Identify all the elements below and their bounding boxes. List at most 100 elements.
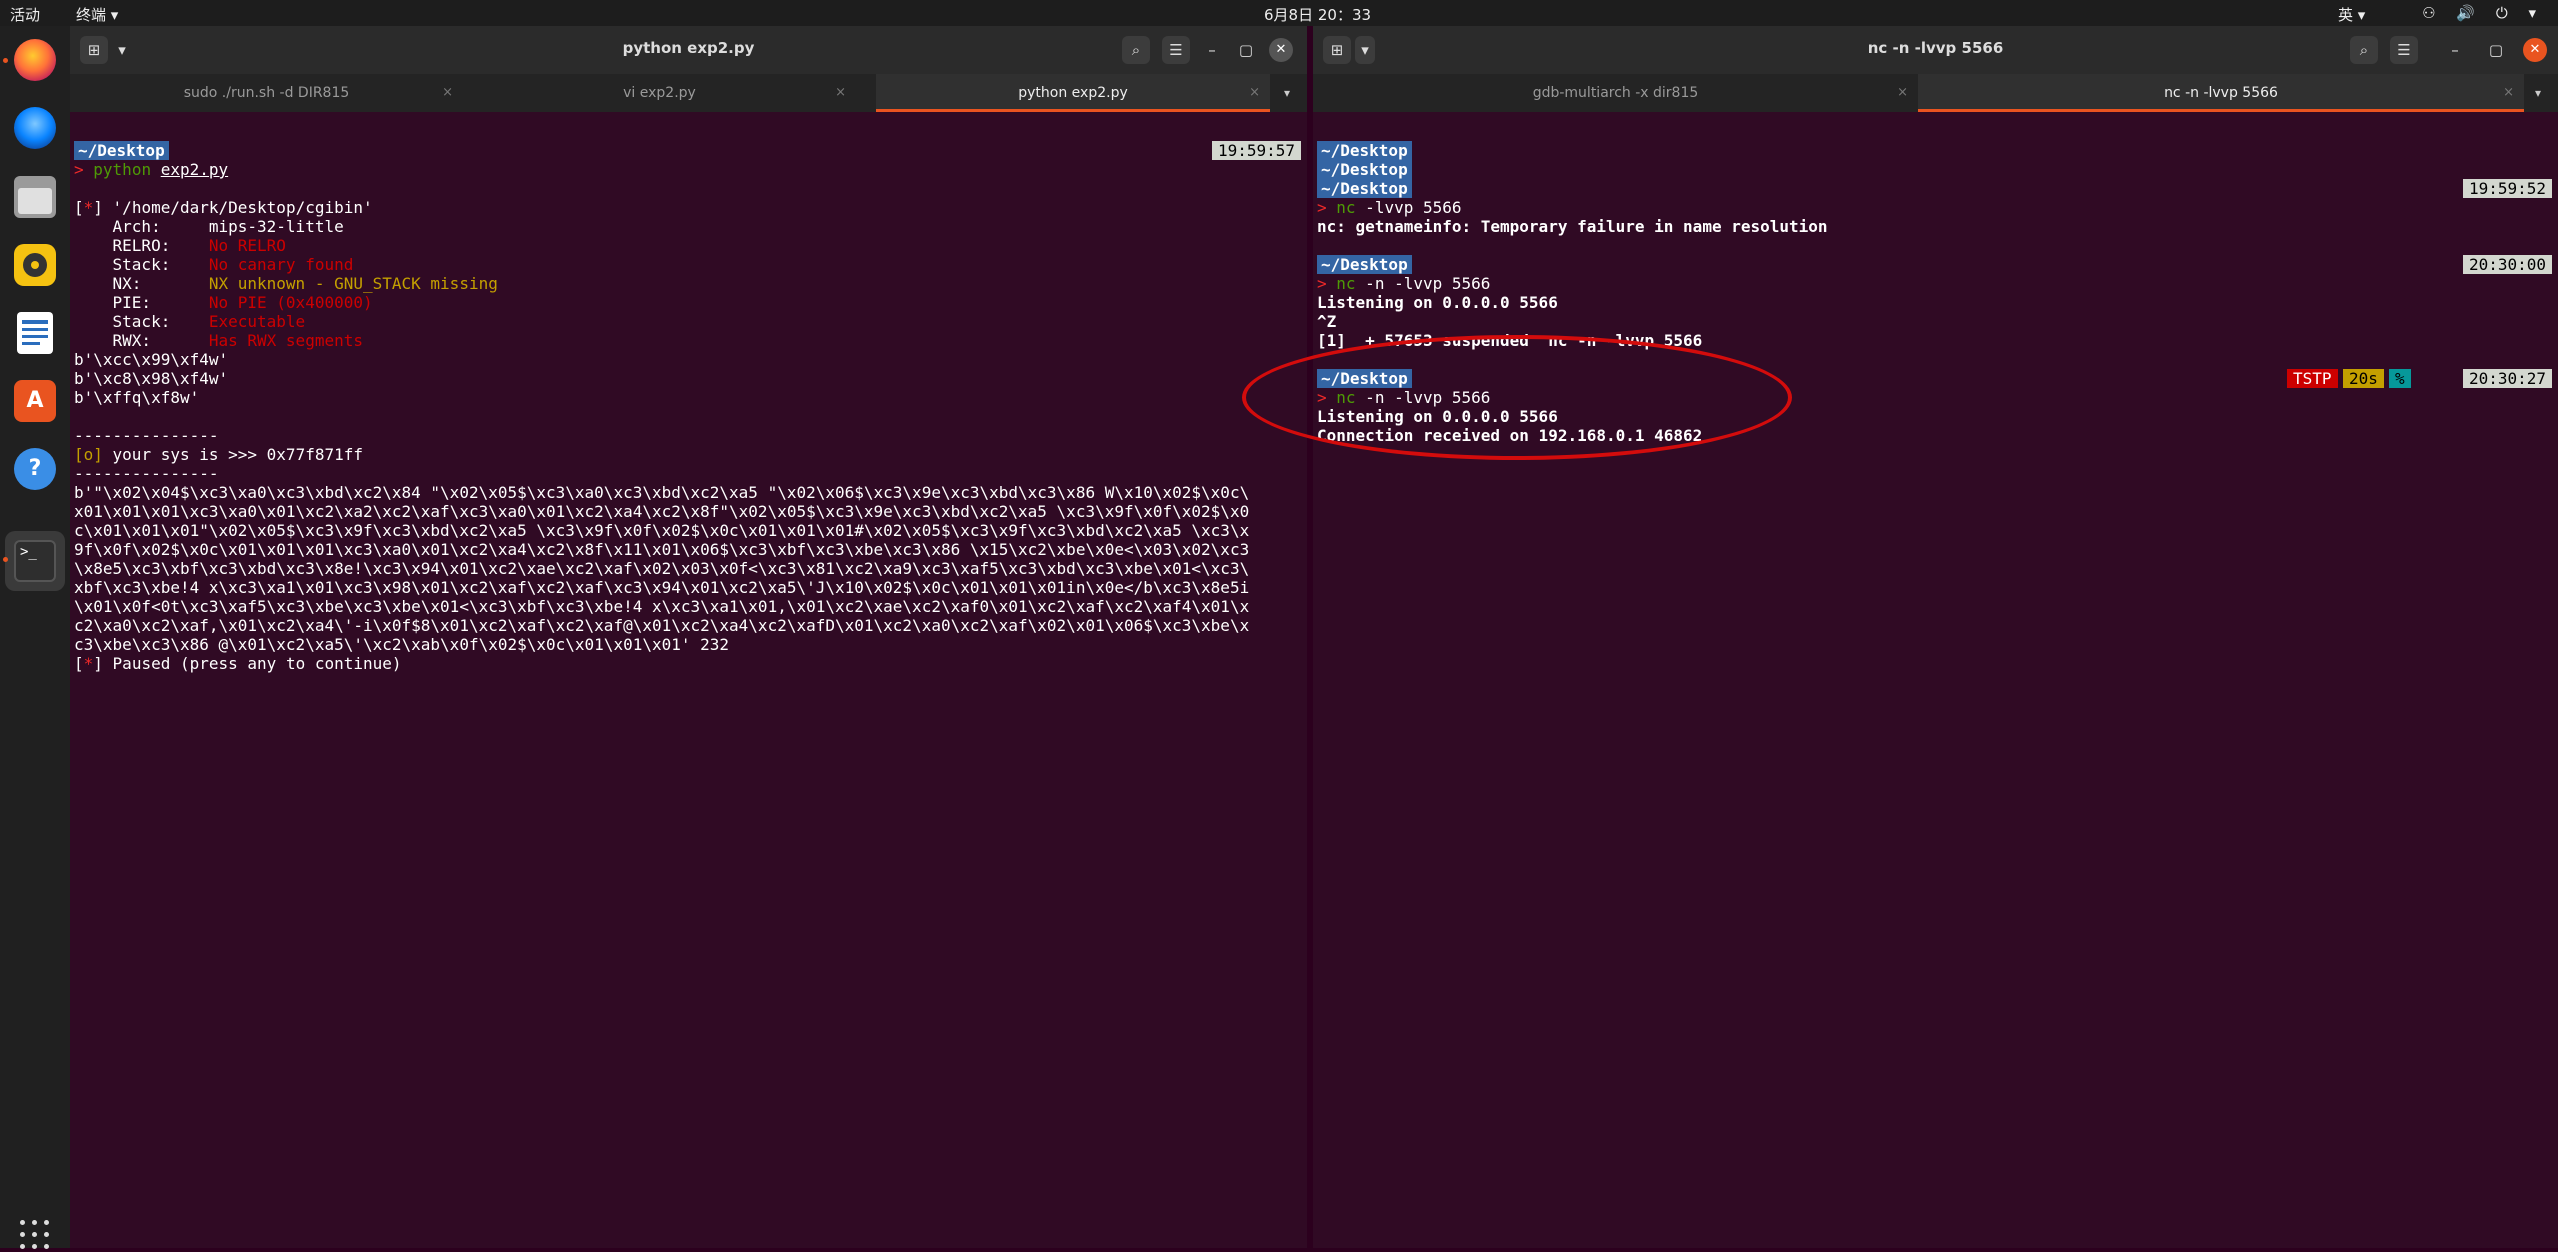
tab-bar: gdb-multiarch -x dir815 × nc -n -lvvp 55… (1313, 74, 2558, 112)
running-indicator (3, 557, 8, 562)
minimize-button[interactable]: – (2443, 38, 2467, 62)
top-bar: 活动 终端 ▾ 6月8日 20：33 英 ▾ ⚇ 🔊 ⏻ ▾ (0, 0, 2558, 26)
tab-label: vi exp2.py (623, 85, 696, 101)
tab-label: python exp2.py (1018, 85, 1128, 101)
output-line: b'\xc8\x98\xf4w' (74, 369, 229, 388)
tab-nc-listener[interactable]: nc -n -lvvp 5566 × (1918, 74, 2524, 112)
command-args: -lvvp 5566 (1355, 198, 1462, 217)
terminal-window-right: ⊞ ▾ nc -n -lvvp 5566 ⌕ ☰ – ▢ ✕ gdb-multi… (1313, 26, 2558, 1248)
prompt-dir: ~/Desktop (1317, 255, 1412, 274)
nx-value: NX unknown - GNU_STACK missing (208, 274, 498, 293)
separator-line: --------------- (74, 426, 219, 445)
prompt-symbol: > (1317, 274, 1327, 293)
tab-label: nc -n -lvvp 5566 (2164, 85, 2278, 101)
stack2-value: Executable (208, 312, 306, 331)
info-star: * (83, 198, 94, 217)
dock: A ? >_ (0, 26, 70, 1249)
minimize-button[interactable]: – (1200, 38, 1224, 62)
payload-line: \x8e5\xc3\xbf\xc3\xbd\xc3\x8e!\xc3\x94\x… (74, 559, 1250, 578)
hamburger-menu-button[interactable]: ☰ (2390, 36, 2418, 64)
command: nc (1336, 198, 1356, 217)
bracket: [ (74, 198, 84, 217)
tab-close-icon[interactable]: × (1249, 74, 1260, 112)
payload-line: c3\xbe\xc3\x86 @\x01\xc2\xa5\'\xc2\xab\x… (74, 635, 730, 654)
prompt-dir: ~/Desktop (1317, 179, 1412, 198)
tab-python-exp2[interactable]: python exp2.py × (876, 74, 1270, 112)
maximize-button[interactable]: ▢ (2484, 38, 2508, 62)
firefox-icon[interactable] (14, 39, 56, 81)
tab-bar: sudo ./run.sh -d DIR815 × vi exp2.py × p… (70, 74, 1307, 112)
arch-value: mips-32-little (208, 217, 344, 236)
app-menu-terminal[interactable]: 终端 ▾ (76, 4, 118, 25)
tab-run-sh[interactable]: sudo ./run.sh -d DIR815 × (70, 74, 463, 112)
payload-line: c\x01\x01\x01"\x02\x05$\xc3\x9f\xc3\xbd\… (74, 521, 1250, 540)
error-line: nc: getnameinfo: Temporary failure in na… (1317, 217, 1828, 236)
tab-close-icon[interactable]: × (1897, 74, 1908, 112)
hamburger-menu-button[interactable]: ☰ (1162, 36, 1190, 64)
timestamp: 19:59:57 (1211, 141, 1301, 160)
thunderbird-icon[interactable] (14, 107, 56, 149)
libreoffice-writer-icon[interactable] (17, 312, 53, 354)
command: python (93, 160, 152, 179)
tab-close-icon[interactable]: × (835, 74, 846, 112)
maximize-button[interactable]: ▢ (1234, 38, 1258, 62)
clock[interactable]: 6月8日 20：33 (1264, 4, 1371, 25)
status-badge-tstp: TSTP (2287, 369, 2338, 388)
tab-gdb-multiarch[interactable]: gdb-multiarch -x dir815 × (1313, 74, 1918, 112)
command-args: -n -lvvp 5566 (1355, 274, 1491, 293)
nx-label: NX: (74, 274, 209, 293)
prompt-dir: ~/Desktop (1317, 160, 1412, 179)
output-line: b'\xffq\xf8w' (74, 388, 200, 407)
help-icon[interactable]: ? (14, 448, 56, 490)
stack2-label: Stack: (74, 312, 209, 331)
app-center-icon[interactable]: A (14, 380, 56, 422)
rwx-label: RWX: (74, 331, 209, 350)
paused-text: ] Paused (press any to continue) (93, 654, 402, 673)
info-star: * (83, 654, 94, 673)
sys-tag: [o] (74, 445, 103, 464)
terminal-icon[interactable]: >_ (14, 540, 56, 582)
search-button[interactable]: ⌕ (1122, 36, 1150, 64)
terminal-output[interactable]: ~/Desktop 19:59:57 > python exp2.py [*] … (70, 112, 1307, 1248)
tab-close-icon[interactable]: × (442, 74, 453, 112)
output-line: b'\xcc\x99\xf4w' (74, 350, 229, 369)
output-line: Listening on 0.0.0.0 5566 (1317, 293, 1558, 312)
prompt-symbol: > (74, 160, 84, 179)
status-badge-percent: % (2389, 369, 2411, 388)
rhythmbox-icon[interactable] (14, 244, 56, 286)
terminal-output[interactable]: ~/Desktop ~/Desktop ~/Desktop 19:59:52 >… (1313, 112, 2558, 1248)
relro-value: No RELRO (208, 236, 286, 255)
stack-label: Stack: (74, 255, 209, 274)
close-button[interactable]: ✕ (2523, 38, 2547, 62)
tab-close-icon[interactable]: × (2503, 74, 2514, 112)
tab-list-menu-icon[interactable]: ▾ (2526, 74, 2550, 112)
command-arg: exp2.py (160, 160, 229, 179)
timestamp: 20:30:00 (2462, 255, 2552, 274)
checksec-path: ] '/home/dark/Desktop/cgibin' (93, 198, 373, 217)
payload-line: xbf\xc3\xbe!4 x\xc3\xa1\x01\xc3\x98\x01\… (74, 578, 1250, 597)
payload-line: \x01\x0f<0t\xc3\xaf5\xc3\xbe\xc3\xbe\x01… (74, 597, 1250, 616)
system-menu[interactable]: ⚇ 🔊 ⏻ ▾ (2422, 4, 2544, 22)
titlebar: ⊞ ▾ python exp2.py ⌕ ☰ – ▢ ✕ (70, 26, 1307, 74)
tab-vi-exp2[interactable]: vi exp2.py × (463, 74, 856, 112)
status-badge-elapsed: 20s (2343, 369, 2384, 388)
show-applications-icon[interactable] (20, 1220, 52, 1252)
search-button[interactable]: ⌕ (2350, 36, 2378, 64)
input-method-indicator[interactable]: 英 ▾ (2338, 4, 2365, 25)
stack-value: No canary found (208, 255, 354, 274)
prompt-dir: ~/Desktop (1317, 141, 1412, 160)
command: nc (1336, 274, 1356, 293)
tab-label: gdb-multiarch -x dir815 (1532, 85, 1699, 101)
tab-list-menu-icon[interactable]: ▾ (1275, 74, 1299, 112)
prompt-dir: ~/Desktop (74, 141, 169, 160)
arch-label: Arch: (74, 217, 209, 236)
titlebar: ⊞ ▾ nc -n -lvvp 5566 ⌕ ☰ – ▢ ✕ (1313, 26, 2558, 74)
timestamp: 20:30:27 (2462, 369, 2552, 388)
terminal-window-left: ⊞ ▾ python exp2.py ⌕ ☰ – ▢ ✕ sudo ./run.… (70, 26, 1307, 1248)
bracket: [ (74, 654, 84, 673)
activities-button[interactable]: 活动 (10, 4, 40, 25)
payload-line: c2\xa0\xc2\xaf,\x01\xc2\xa4\'-i\x0f$8\x0… (74, 616, 1250, 635)
files-icon[interactable] (14, 176, 56, 218)
close-button[interactable]: ✕ (1269, 38, 1293, 62)
pie-label: PIE: (74, 293, 209, 312)
